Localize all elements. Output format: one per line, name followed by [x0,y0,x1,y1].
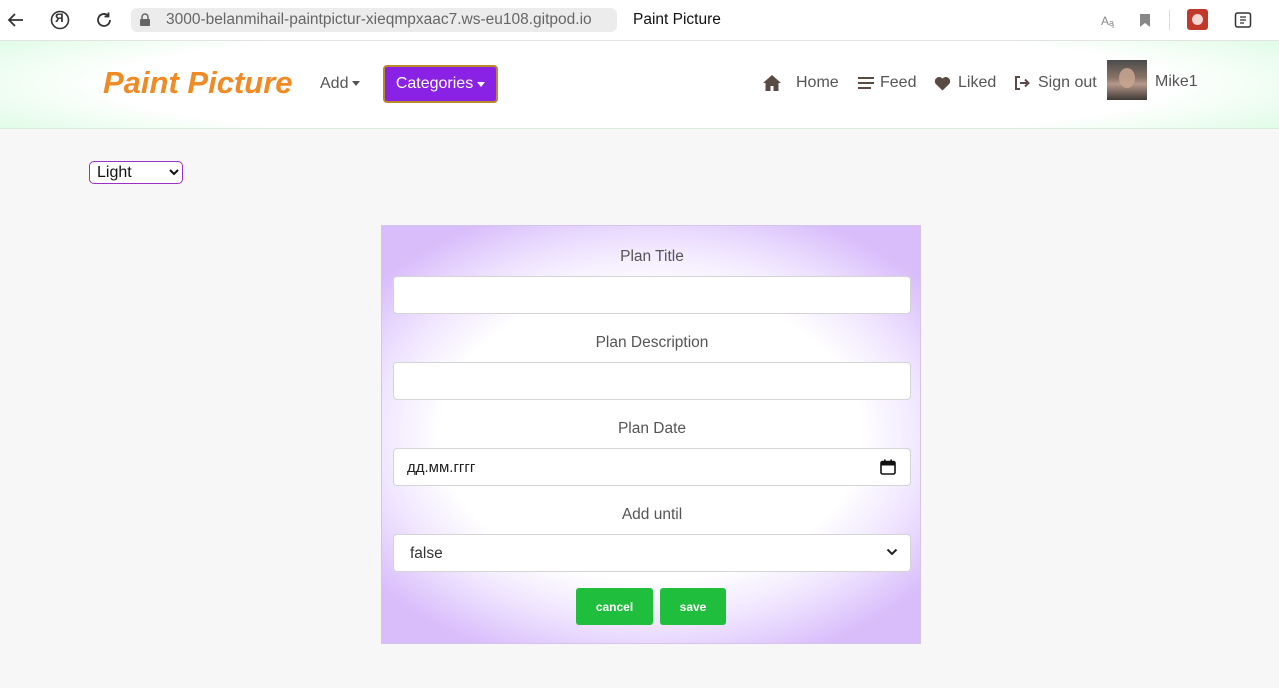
plan-description-label: Plan Description [595,334,709,351]
avatar[interactable] [1107,60,1147,100]
username[interactable]: Mike1 [1155,73,1198,91]
add-until-select[interactable]: false [393,534,911,572]
back-arrow-icon[interactable] [5,9,27,31]
nav-signout-label: Sign out [1038,74,1097,91]
save-button[interactable]: save [660,588,726,625]
add-dropdown[interactable]: Add [320,75,361,93]
reader-icon[interactable] [1232,9,1254,31]
nav-liked[interactable]: Liked [934,71,996,95]
cancel-label: cancel [595,599,634,614]
theme-select[interactable]: Light [89,161,183,184]
add-until-label: Add until [621,506,683,523]
tab-title: Paint Picture [633,11,721,28]
site-navbar: Paint Picture Add Categories Home Feed L… [0,41,1279,129]
translate-icon[interactable]: Aą [1099,9,1121,31]
caret-down-icon [477,81,486,87]
brand-logo[interactable]: Paint Picture [103,65,293,101]
lock-icon [134,9,156,31]
categories-label: Categories [395,75,474,92]
nav-signout[interactable]: Sign out [1014,71,1097,95]
bookmark-icon[interactable] [1134,9,1156,31]
extension-icon[interactable] [1187,9,1208,30]
plan-date-label: Plan Date [617,420,687,437]
url-text[interactable]: 3000-belanmihail-paintpictur-xieqmpxaac7… [166,11,592,29]
home-icon [763,75,781,91]
nav-home[interactable]: Home [762,71,839,95]
plan-date-input[interactable]: дд.мм.гггг [393,448,911,486]
plan-title-input[interactable] [393,276,911,314]
save-label: save [679,599,707,614]
nav-liked-label: Liked [958,74,997,91]
nav-feed[interactable]: Feed [858,71,916,95]
add-label: Add [320,75,349,92]
list-icon [858,77,874,89]
browser-toolbar: Я 3000-belanmihail-paintpictur-xieqmpxaa… [0,0,1279,41]
toolbar-divider [1169,10,1170,30]
plan-form-card: Plan Title Plan Description Plan Date дд… [381,225,921,644]
plan-description-input[interactable] [393,362,911,400]
cancel-button[interactable]: cancel [576,588,653,625]
date-placeholder: дд.мм.гггг [407,459,476,476]
svg-text:ą: ą [1109,18,1114,28]
caret-down-icon [352,81,361,87]
yandex-glyph: Я [55,11,64,25]
nav-feed-label: Feed [880,74,917,91]
plan-title-label: Plan Title [620,248,684,265]
sign-out-icon [1015,76,1030,90]
nav-home-label: Home [796,74,839,91]
yandex-icon[interactable]: Я [49,9,71,31]
categories-button[interactable]: Categories [383,65,498,103]
chevron-down-icon [886,548,898,556]
reload-icon[interactable] [93,9,115,31]
calendar-icon[interactable] [880,459,896,475]
add-until-value: false [410,545,443,562]
heart-icon [934,76,951,90]
svg-text:A: A [1101,14,1109,28]
